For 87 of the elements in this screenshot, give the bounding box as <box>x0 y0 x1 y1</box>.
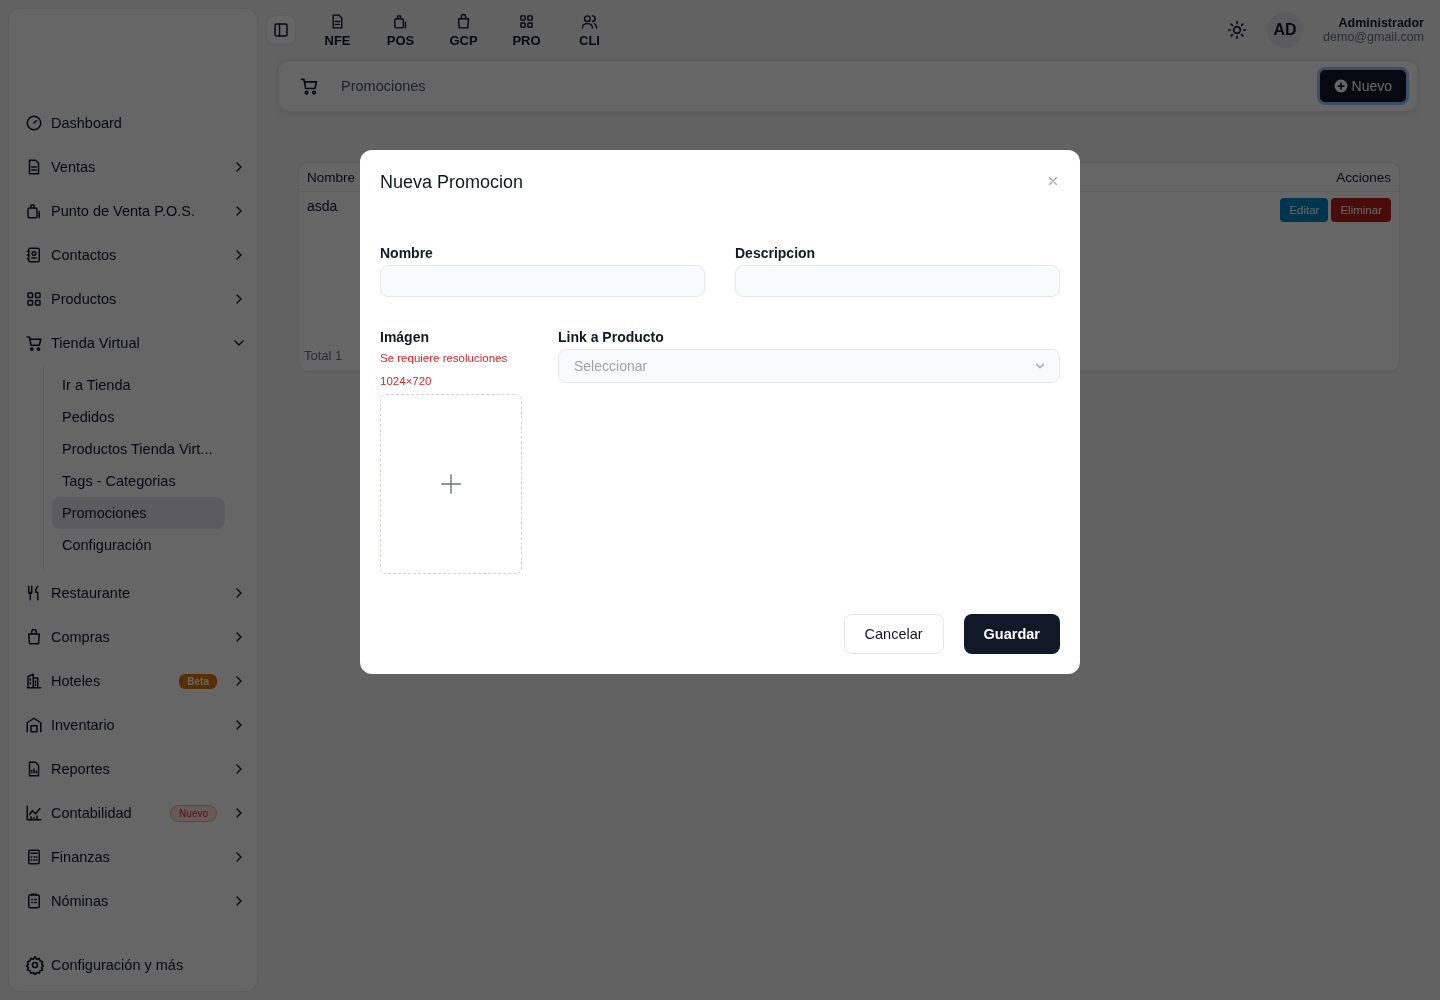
column-header: Nombre <box>307 169 355 185</box>
sidebar-item[interactable]: Contabilidad Nuevo <box>25 791 247 835</box>
sidebar-item-label: Reportes <box>51 761 111 777</box>
sidebar-item[interactable]: Ventas <box>25 145 247 189</box>
clipboard-icon <box>25 892 43 910</box>
cart-icon <box>25 334 43 352</box>
sidebar-item[interactable]: Productos <box>25 277 247 321</box>
sidebar-item-label: Ventas <box>51 159 97 175</box>
field-label: Link a Producto <box>558 329 665 345</box>
field-label: Imágen <box>380 329 430 345</box>
contact-card-icon <box>25 246 43 264</box>
sun-icon <box>1227 20 1248 40</box>
shortcut-button[interactable]: GCP <box>442 12 485 48</box>
field-label: Descripcion <box>735 245 817 261</box>
submenu-item[interactable]: Promociones <box>52 497 225 529</box>
shortcut-button[interactable]: POS <box>379 12 422 48</box>
table-total: Total 1 <box>304 348 343 363</box>
sidebar-item[interactable]: Punto de Venta P.O.S. <box>25 189 247 233</box>
input-field[interactable] <box>380 265 705 297</box>
new-button[interactable]: Nuevo <box>1316 67 1409 105</box>
save-button[interactable]: Guardar <box>963 614 1060 654</box>
gear-icon <box>25 955 45 975</box>
table-cell-text: asda <box>307 198 338 216</box>
sidebar-item-label: Punto de Venta P.O.S. <box>51 203 197 219</box>
warehouse-icon <box>25 716 43 734</box>
sidebar-item-label: Nóminas <box>51 893 110 909</box>
input-field[interactable] <box>735 265 1060 297</box>
grid-icon <box>25 290 43 308</box>
submenu-item[interactable]: Configuración <box>52 529 225 561</box>
page-title: Promociones <box>341 78 427 94</box>
shortcut-button[interactable]: CLI <box>568 12 611 48</box>
sidebar-item[interactable]: Finanzas <box>25 835 247 879</box>
settings-link[interactable]: Configuración y más <box>51 957 184 973</box>
building-icon <box>25 672 43 690</box>
grid-icon <box>518 12 535 30</box>
submenu-item[interactable]: Ir a Tienda <box>52 369 225 401</box>
edit-button[interactable]: Editar <box>1280 198 1329 222</box>
submenu-item[interactable]: Pedidos <box>52 401 225 433</box>
sidebar-item[interactable]: Reportes <box>25 747 247 791</box>
sidebar-item[interactable]: Restaurante <box>25 571 247 615</box>
close-button[interactable] <box>1046 174 1060 188</box>
delete-button[interactable]: Eliminar <box>1331 198 1391 222</box>
sidebar-item-label: Contabilidad <box>51 805 133 821</box>
modal-title: Nueva Promocion <box>380 172 524 193</box>
cancel-button[interactable]: Cancelar <box>843 614 944 654</box>
submenu-item[interactable]: Tags - Categorias <box>52 465 225 497</box>
sidebar-item[interactable]: Dashboard <box>25 101 247 145</box>
sidebar-item-label: Inventario <box>51 717 116 733</box>
sidebar-item-label: Hoteles <box>51 673 102 689</box>
sidebar-toggle[interactable] <box>266 15 296 45</box>
sidebar-item-label: Contactos <box>51 247 118 263</box>
sidebar-item[interactable]: Hoteles Beta <box>25 659 247 703</box>
submenu-item[interactable]: Productos Tienda Virt... <box>52 433 225 465</box>
sidebar-item[interactable]: Compras <box>25 615 247 659</box>
cart-icon <box>299 76 319 96</box>
sidebar-badge: Nuevo <box>170 804 217 822</box>
gauge-icon <box>25 114 43 132</box>
user-name: Administrador <box>1338 16 1424 30</box>
sidebar-item-label: Tienda Virtual <box>51 335 141 351</box>
register-icon <box>25 202 43 220</box>
sidebar-item-label: Productos <box>51 291 118 307</box>
bag-icon <box>25 628 43 646</box>
avatar[interactable]: AD <box>1267 12 1304 48</box>
shortcut-button[interactable]: PRO <box>505 12 548 48</box>
sidebar-item[interactable]: Nóminas <box>25 879 247 923</box>
shortcut-button[interactable]: NFE <box>316 12 359 48</box>
close-icon <box>1046 174 1060 188</box>
sidebar-item[interactable]: Tienda Virtual <box>25 321 247 365</box>
plus-circle-icon <box>1333 79 1348 93</box>
panel-icon <box>272 21 290 39</box>
sidebar-item-label: Compras <box>51 629 111 645</box>
sidebar-badge: Beta <box>179 673 217 689</box>
sidebar-item[interactable]: Inventario <box>25 703 247 747</box>
sidebar-item-label: Dashboard <box>51 115 123 131</box>
column-header: Acciones <box>1336 169 1391 185</box>
image-upload[interactable] <box>380 394 522 574</box>
bag-icon <box>455 12 472 30</box>
users-icon <box>581 12 598 30</box>
sidebar-item-label: Finanzas <box>51 849 111 865</box>
product-select[interactable]: Seleccionar <box>558 349 1060 383</box>
sidebar-item[interactable]: Contactos <box>25 233 247 277</box>
register-icon <box>392 12 409 30</box>
sidebar-item-label: Restaurante <box>51 585 131 601</box>
field-label: Nombre <box>380 245 434 261</box>
chart-icon <box>25 804 43 822</box>
calculator-icon <box>25 848 43 866</box>
resolution-hint: Se requiere resoluciones 1024×720 <box>380 351 509 389</box>
